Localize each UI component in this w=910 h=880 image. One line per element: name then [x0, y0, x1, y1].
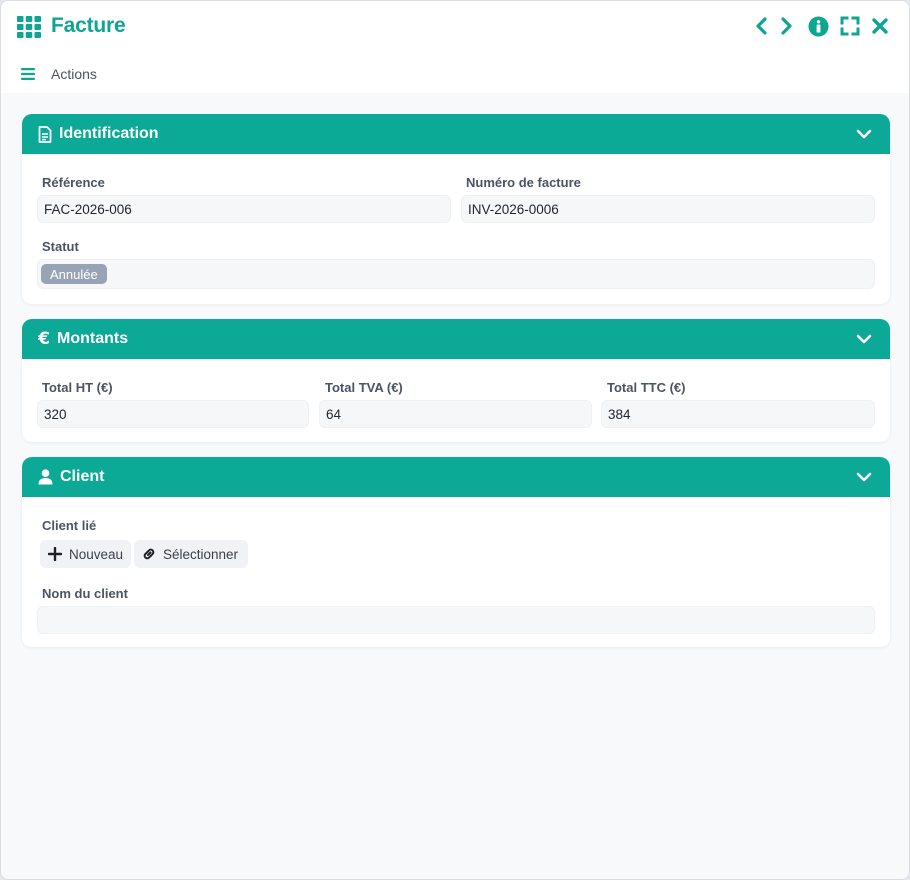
reference-label: Référence — [42, 175, 105, 190]
previous-icon[interactable] — [751, 15, 773, 37]
link-icon — [143, 548, 155, 560]
status-label: Statut — [42, 239, 79, 254]
user-icon — [36, 468, 54, 486]
reference-field[interactable]: FAC-2026-006 — [37, 195, 451, 223]
chevron-down-icon — [856, 129, 872, 139]
select-client-button[interactable]: Sélectionner — [134, 540, 248, 568]
client-name-label: Nom du client — [42, 586, 128, 601]
total-tva-label: Total TVA (€) — [325, 380, 403, 395]
total-ht-label: Total HT (€) — [42, 380, 113, 395]
grid-icon — [17, 16, 41, 38]
identification-title: Identification — [59, 125, 159, 142]
client-section: Client Client lié Nouveau Sélectionner N… — [22, 457, 890, 647]
invoice-window: Facture Actions Identification Référence… — [0, 0, 910, 880]
status-field[interactable]: Annulée — [37, 259, 875, 289]
new-client-label: Nouveau — [69, 546, 124, 562]
expand-icon[interactable] — [839, 15, 861, 37]
select-client-label: Sélectionner — [163, 546, 239, 562]
chevron-down-icon — [856, 334, 872, 344]
euro-icon: € — [38, 329, 50, 349]
document-icon — [36, 125, 54, 143]
menu-icon — [21, 68, 35, 80]
identification-section: Identification Référence FAC-2026-006 Nu… — [22, 114, 890, 304]
client-header[interactable]: Client — [22, 457, 890, 497]
linked-client-label: Client lié — [42, 518, 97, 533]
amounts-title: Montants — [57, 330, 129, 347]
client-title: Client — [60, 468, 105, 485]
invoice-number-field[interactable]: INV-2026-0006 — [461, 195, 875, 223]
window-controls — [743, 15, 891, 37]
actions-label: Actions — [51, 66, 97, 82]
total-ht-field[interactable]: 320 — [37, 400, 309, 428]
amounts-header[interactable]: € Montants — [22, 319, 890, 359]
info-icon[interactable] — [807, 15, 829, 37]
window-header: Facture Actions — [1, 1, 909, 93]
total-ttc-field[interactable]: 384 — [601, 400, 875, 428]
next-icon[interactable] — [775, 15, 797, 37]
identification-header[interactable]: Identification — [22, 114, 890, 154]
client-name-field[interactable] — [37, 606, 875, 634]
total-tva-field[interactable]: 64 — [319, 400, 592, 428]
close-icon[interactable] — [869, 15, 891, 37]
actions-menu-button[interactable]: Actions — [21, 66, 97, 82]
new-client-button[interactable]: Nouveau — [40, 540, 131, 568]
chevron-down-icon — [856, 472, 872, 482]
invoice-number-label: Numéro de facture — [466, 175, 581, 190]
status-badge: Annulée — [41, 264, 107, 284]
total-ttc-label: Total TTC (€) — [607, 380, 686, 395]
plus-icon — [48, 547, 62, 561]
window-title: Facture — [51, 14, 126, 37]
amounts-section: € Montants Total HT (€) 320 Total TVA (€… — [22, 319, 890, 442]
